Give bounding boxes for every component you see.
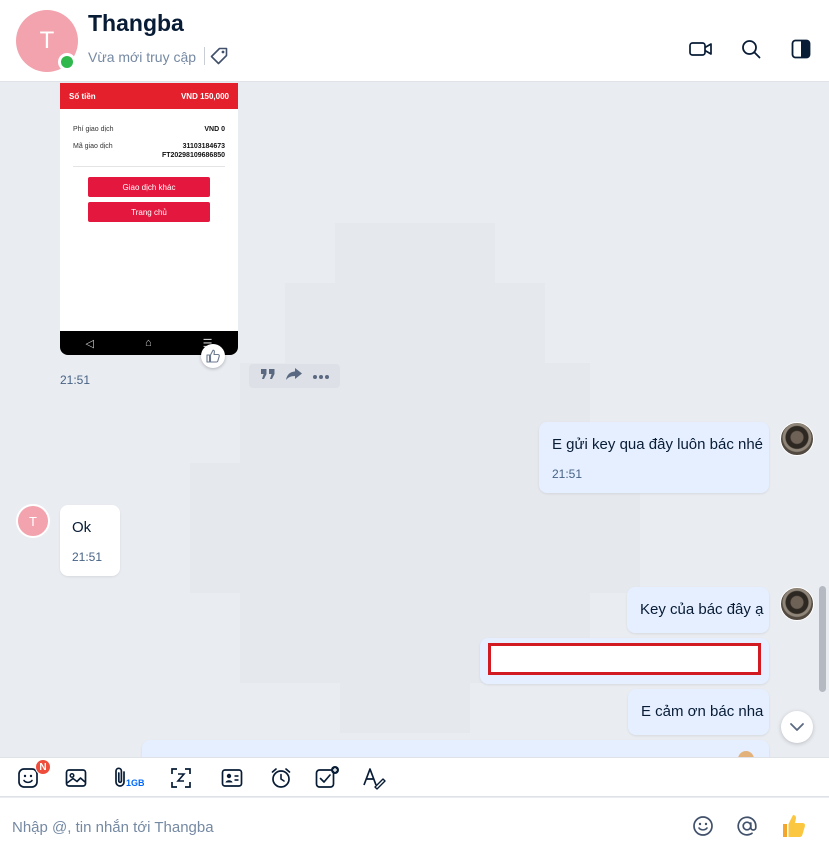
contact-name[interactable]: Thangba — [88, 10, 184, 37]
my-avatar[interactable] — [780, 422, 814, 456]
avatar-initial: T — [39, 27, 55, 54]
message-input[interactable] — [0, 798, 680, 856]
message-time: 21:51 — [72, 550, 103, 564]
message-text: Ok — [72, 519, 92, 536]
sidebar-toggle-icon[interactable] — [788, 36, 814, 62]
emoji-icon[interactable] — [689, 812, 717, 840]
amount-value: VND 150,000 — [180, 91, 229, 101]
forward-icon[interactable] — [285, 367, 303, 386]
fee-value: VND 0 — [204, 126, 225, 133]
message-list-scrollbar[interactable] — [819, 586, 826, 692]
receipt-other-transaction-button: Giao dịch khác — [88, 177, 210, 197]
tag-icon[interactable] — [209, 46, 229, 66]
more-options-icon[interactable] — [312, 367, 330, 385]
receipt-amount-row: Số tiền VND 150,000 — [60, 83, 238, 109]
quote-reply-icon[interactable] — [260, 367, 276, 386]
txn-row-2: FT20298109686850 — [60, 152, 238, 159]
format-text-icon[interactable] — [361, 765, 387, 791]
composer-toolbar — [0, 757, 829, 797]
reminder-icon[interactable] — [268, 765, 294, 791]
last-seen-status: Vừa mới truy cập — [88, 49, 197, 65]
thumbs-up-outline-icon — [206, 349, 220, 363]
txn-value-1: 31103184673 — [182, 143, 225, 150]
message-text: Key của bác đây ạ — [640, 601, 764, 618]
screenshot-icon[interactable] — [168, 765, 194, 791]
message-list[interactable]: Số tiền VND 150,000 Phí giao dịch VND 0 … — [0, 83, 829, 757]
composer — [0, 798, 829, 856]
search-icon[interactable] — [738, 36, 764, 62]
reaction-like-button[interactable] — [201, 344, 225, 368]
message-time: 21:51 — [552, 467, 583, 481]
message-text: E gửi key qua đây luôn bác nhé — [552, 436, 764, 453]
video-call-icon[interactable] — [688, 36, 714, 62]
attach-limit-label: 1GB — [126, 778, 145, 788]
txn-label: Mã giao dịch — [73, 143, 113, 150]
message-text: E cảm ơn bác nha — [641, 703, 764, 720]
nav-back-icon: ◁ — [85, 337, 94, 350]
status-divider — [204, 47, 205, 65]
scroll-to-bottom-button[interactable] — [781, 711, 813, 743]
contact-card-icon[interactable] — [219, 765, 245, 791]
txn-row: Mã giao dịch 31103184673 — [60, 143, 238, 150]
todo-icon[interactable] — [314, 765, 340, 791]
thumbs-up-icon[interactable] — [780, 812, 808, 840]
online-status-dot — [58, 53, 76, 71]
contact-avatar-small[interactable]: T — [16, 504, 50, 538]
mention-icon[interactable] — [733, 812, 761, 840]
message-bubble-sent[interactable]: E gửi key qua đây luôn bác nhé 21:51 — [539, 422, 769, 493]
receipt-divider — [73, 166, 225, 167]
fee-label: Phí giao dịch — [73, 126, 114, 133]
chat-header: T Thangba Vừa mới truy cập — [0, 0, 829, 82]
avatar-initial: T — [29, 513, 37, 529]
sticker-new-badge: N — [35, 759, 51, 775]
redaction-box — [488, 643, 761, 675]
image-icon[interactable] — [63, 765, 89, 791]
receipt-home-button: Trang chủ — [88, 202, 210, 222]
message-bubble-sent[interactable]: Key của bác đây ạ — [627, 587, 769, 633]
my-avatar[interactable] — [780, 587, 814, 621]
message-time: 21:51 — [60, 373, 91, 387]
nav-home-icon: ⌂ — [144, 337, 152, 349]
amount-label: Số tiền — [69, 91, 96, 101]
message-bubble-partial[interactable] — [142, 740, 769, 757]
fee-row: Phí giao dịch VND 0 — [60, 126, 238, 133]
chevron-down-icon — [790, 723, 804, 731]
message-quick-actions — [249, 364, 340, 388]
image-message-receipt[interactable]: Số tiền VND 150,000 Phí giao dịch VND 0 … — [60, 83, 238, 355]
message-bubble-sent[interactable]: E cảm ơn bác nha — [628, 689, 769, 735]
message-bubble-received[interactable]: Ok 21:51 — [60, 505, 120, 576]
txn-value-2: FT20298109686850 — [161, 152, 225, 159]
